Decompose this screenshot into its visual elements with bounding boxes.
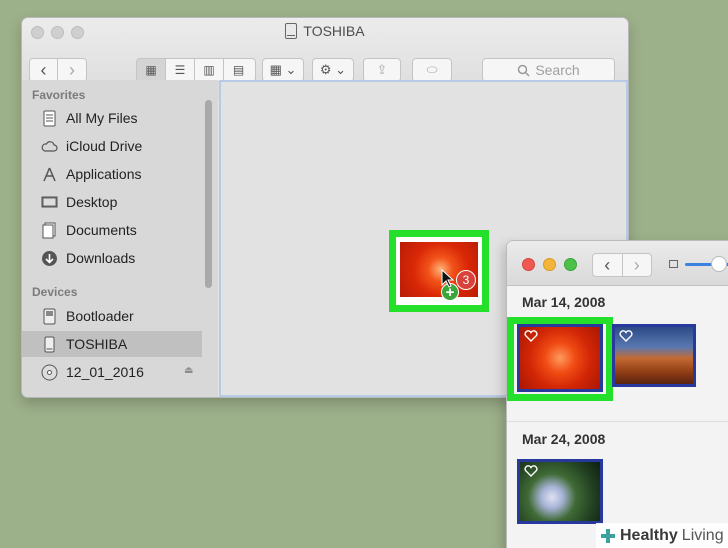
devices-heading: Devices <box>32 285 78 299</box>
minimize-button[interactable] <box>543 258 556 271</box>
small-photo-icon <box>669 260 678 268</box>
search-field[interactable]: Search <box>482 58 615 82</box>
cloud-icon <box>41 140 58 152</box>
sidebar-item-label: Downloads <box>66 250 136 266</box>
share-icon: ⇪ <box>376 62 388 77</box>
sidebar-item-all-my-files[interactable]: All My Files <box>22 105 202 131</box>
date-heading: Mar 24, 2008 <box>522 431 606 447</box>
desktop-icon <box>41 196 58 207</box>
drive-icon <box>44 336 55 352</box>
drive-icon <box>285 23 298 39</box>
sidebar-item-toshiba[interactable]: TOSHIBA <box>22 331 202 357</box>
documents-icon <box>42 222 56 238</box>
heart-icon[interactable] <box>524 465 538 477</box>
photos-titlebar: ‹ › <box>507 241 728 286</box>
forward-button[interactable]: › <box>623 254 652 276</box>
watermark-brand-light: Living <box>681 526 724 544</box>
watermark-brand: Healthy <box>620 526 678 544</box>
close-button[interactable] <box>522 258 535 271</box>
list-view-button[interactable]: ☰ <box>166 59 195 81</box>
action-button[interactable]: ⚙ ⌄ <box>312 58 354 82</box>
photo-thumbnail-flower[interactable] <box>517 324 603 392</box>
date-heading: Mar 14, 2008 <box>522 294 606 310</box>
sidebar-item-bootloader[interactable]: Bootloader <box>22 303 202 329</box>
nav-buttons: ‹ › <box>29 58 87 82</box>
sidebar-item-label: Bootloader <box>66 308 134 324</box>
share-button[interactable]: ⇪ <box>363 58 401 82</box>
window-title: TOSHIBA <box>22 23 628 39</box>
watermark-logo: Healthy Living <box>596 523 728 548</box>
gear-icon: ⚙ ⌄ <box>319 62 347 77</box>
plus-logo-icon <box>601 528 615 543</box>
sidebar-item-disc[interactable]: 12_01_2016 <box>22 359 202 385</box>
sidebar-item-applications[interactable]: Applications <box>22 161 202 187</box>
sidebar-item-desktop[interactable]: Desktop <box>22 189 202 215</box>
heart-icon[interactable] <box>524 330 538 342</box>
eject-icon[interactable]: ⏏ <box>184 365 193 376</box>
sidebar-item-label: TOSHIBA <box>66 336 128 352</box>
all-files-icon <box>43 110 56 126</box>
sidebar-item-icloud-drive[interactable]: iCloud Drive <box>22 133 202 159</box>
group-divider <box>507 421 728 422</box>
tag-icon: ⬭ <box>426 62 438 77</box>
drive-icon <box>43 308 56 324</box>
sidebar-item-label: Documents <box>66 222 137 238</box>
arrange-icon: ▦ ⌄ <box>269 62 297 77</box>
zoom-slider-knob[interactable] <box>711 256 727 272</box>
pointer-cursor-icon <box>441 269 455 288</box>
back-button[interactable]: ‹ <box>30 59 59 81</box>
arrange-button[interactable]: ▦ ⌄ <box>262 58 304 82</box>
photo-thumbnail-hydrangea[interactable] <box>517 459 603 524</box>
applications-icon <box>43 167 56 181</box>
sidebar-scrollbar[interactable] <box>205 100 212 288</box>
tag-button[interactable]: ⬭ <box>412 58 452 82</box>
sidebar-item-label: 12_01_2016 <box>66 364 144 380</box>
back-button[interactable]: ‹ <box>593 254 623 276</box>
favorites-heading: Favorites <box>32 88 86 102</box>
sidebar-item-label: All My Files <box>66 110 138 126</box>
sidebar-item-downloads[interactable]: Downloads <box>22 245 202 271</box>
photos-nav: ‹ › <box>592 253 652 277</box>
sidebar-item-label: Desktop <box>66 194 118 210</box>
drag-preview[interactable]: 3 + <box>389 230 489 312</box>
sidebar-item-label: Applications <box>66 166 142 182</box>
photo-thumbnail-desert[interactable] <box>612 324 696 387</box>
photos-window: ‹ › Mar 14, 2008 Mar 24, 2008 <box>507 241 728 548</box>
view-mode-control: ▦ ☰ ▥ ▤ <box>136 58 256 82</box>
disc-icon <box>41 364 58 380</box>
coverflow-view-button[interactable]: ▤ <box>224 59 253 81</box>
forward-button[interactable]: › <box>58 59 86 81</box>
drag-count-badge: 3 <box>456 270 476 290</box>
search-icon <box>518 64 530 77</box>
heart-icon[interactable] <box>619 330 633 342</box>
zoom-button[interactable] <box>564 258 577 271</box>
sidebar-item-label: iCloud Drive <box>66 138 143 154</box>
downloads-icon <box>42 250 57 266</box>
finder-sidebar: Favorites All My Files iCloud Drive Appl… <box>22 80 218 397</box>
column-view-button[interactable]: ▥ <box>195 59 224 81</box>
search-placeholder: Search <box>535 62 580 78</box>
icon-view-button[interactable]: ▦ <box>137 59 166 81</box>
sidebar-item-documents[interactable]: Documents <box>22 217 202 243</box>
